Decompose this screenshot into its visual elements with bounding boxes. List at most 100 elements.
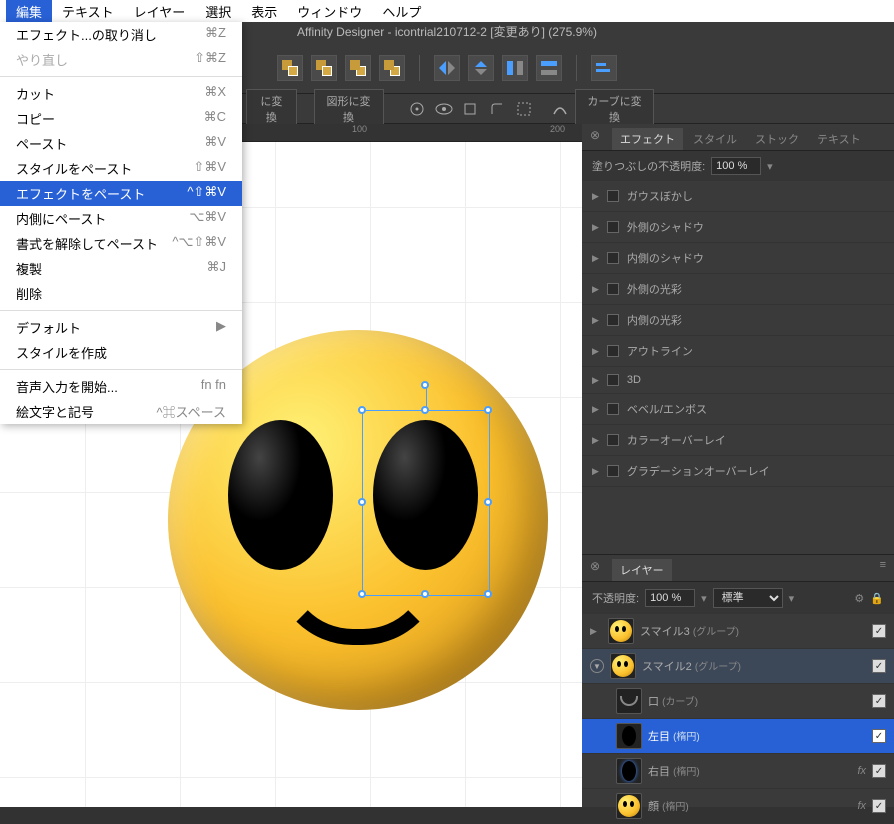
menu-copy[interactable]: コピー⌘C [0, 106, 242, 131]
expand-icon[interactable]: ▶ [590, 626, 602, 637]
layer-smile3[interactable]: ▶ スマイル3 (グループ) ✓ [582, 614, 894, 649]
eye-icon[interactable] [432, 98, 455, 120]
fx-color-overlay[interactable]: ▶カラーオーバーレイ [582, 425, 894, 456]
visibility-checkbox[interactable]: ✓ [872, 624, 886, 638]
fill-opacity-input[interactable] [711, 157, 761, 175]
handle-nw[interactable] [358, 406, 366, 414]
align-icon[interactable] [591, 55, 617, 81]
fx-inner-glow[interactable]: ▶内側の光彩 [582, 305, 894, 336]
checkbox[interactable] [607, 221, 619, 233]
visibility-checkbox[interactable]: ✓ [872, 659, 886, 673]
handle-s[interactable] [421, 590, 429, 598]
menu-delete[interactable]: 削除 [0, 281, 242, 306]
hamburger-icon[interactable]: ≡ [880, 559, 886, 571]
checkbox[interactable] [607, 314, 619, 326]
checkbox[interactable] [607, 252, 619, 264]
fx-inner-shadow[interactable]: ▶内側のシャドウ [582, 243, 894, 274]
fx-gradient-overlay[interactable]: ▶グラデーションオーバーレイ [582, 456, 894, 487]
fx-outer-glow[interactable]: ▶外側の光彩 [582, 274, 894, 305]
layer-opacity-input[interactable] [645, 589, 695, 607]
chevron-down-icon[interactable]: ▾ [701, 592, 707, 605]
expand-icon[interactable]: ▼ [590, 659, 604, 673]
tab-effects[interactable]: エフェクト [612, 128, 683, 150]
arrange-back-icon[interactable] [277, 55, 303, 81]
menu-voice[interactable]: 音声入力を開始...fn fn [0, 374, 242, 399]
arrange-backward-icon[interactable] [311, 55, 337, 81]
target-icon[interactable] [406, 98, 429, 120]
checkbox[interactable] [607, 403, 619, 415]
arrange-forward-icon[interactable] [345, 55, 371, 81]
menu-cut[interactable]: カット⌘X [0, 81, 242, 106]
checkbox[interactable] [607, 374, 619, 386]
gear-icon[interactable]: ⚙ [854, 592, 864, 605]
fx-3d[interactable]: ▶3D [582, 367, 894, 394]
fx-outline[interactable]: ▶アウトライン [582, 336, 894, 367]
visibility-checkbox[interactable]: ✓ [872, 694, 886, 708]
fx-bevel[interactable]: ▶ベベル/エンボス [582, 394, 894, 425]
fx-outer-shadow[interactable]: ▶外側のシャドウ [582, 212, 894, 243]
tab-text[interactable]: テキスト [809, 128, 869, 150]
convert-to-button[interactable]: に変換 [246, 89, 297, 129]
checkbox[interactable] [607, 190, 619, 202]
menu-window[interactable]: ウィンドウ [287, 0, 372, 23]
crop-icon[interactable] [459, 98, 482, 120]
close-icon[interactable]: ⊗ [590, 128, 600, 142]
convert-shape-button[interactable]: 図形に変換 [314, 89, 384, 129]
tab-stock[interactable]: ストック [747, 128, 807, 150]
close-icon[interactable]: ⊗ [590, 559, 600, 573]
handle-w[interactable] [358, 498, 366, 506]
lock-icon[interactable]: 🔒 [870, 592, 884, 605]
menu-select[interactable]: 選択 [195, 0, 241, 23]
chevron-down-icon[interactable]: ▾ [767, 160, 773, 173]
mirror-h-icon[interactable] [434, 55, 460, 81]
chevron-down-icon[interactable]: ▾ [789, 592, 795, 605]
checkbox[interactable] [607, 465, 619, 477]
visibility-checkbox[interactable]: ✓ [872, 799, 886, 813]
handle-n[interactable] [421, 406, 429, 414]
menu-layer[interactable]: レイヤー [124, 0, 196, 23]
menu-undo[interactable]: エフェクト...の取り消し⌘Z [0, 22, 242, 47]
tab-layers[interactable]: レイヤー [612, 559, 672, 581]
checkbox[interactable] [607, 434, 619, 446]
checkbox[interactable] [607, 345, 619, 357]
menu-emoji[interactable]: 絵文字と記号^⌘スペース [0, 399, 242, 424]
handle-se[interactable] [484, 590, 492, 598]
visibility-checkbox[interactable]: ✓ [872, 764, 886, 778]
bounds-icon[interactable] [512, 98, 535, 120]
menu-text[interactable]: テキスト [52, 0, 124, 23]
ruler-tick: 200 [550, 124, 565, 134]
eye-left-shape[interactable] [228, 420, 333, 570]
flip-v-icon[interactable] [536, 55, 562, 81]
menu-paste-fx[interactable]: エフェクトをペースト^⇧⌘V [0, 181, 242, 206]
layer-left-eye[interactable]: 左目 (楕円) ✓ [582, 719, 894, 754]
handle-sw[interactable] [358, 590, 366, 598]
menu-create-style[interactable]: スタイルを作成 [0, 340, 242, 365]
visibility-checkbox[interactable]: ✓ [872, 729, 886, 743]
mirror-v-icon[interactable] [468, 55, 494, 81]
menu-paste-unformat[interactable]: 書式を解除してペースト^⌥⇧⌘V [0, 231, 242, 256]
layer-smile2[interactable]: ▼ スマイル2 (グループ) ✓ [582, 649, 894, 684]
tab-styles[interactable]: スタイル [685, 128, 745, 150]
convert-curve-button[interactable]: カーブに変換 [575, 89, 654, 129]
layer-mouth[interactable]: 口 (カーブ) ✓ [582, 684, 894, 719]
menu-duplicate[interactable]: 複製⌘J [0, 256, 242, 281]
arrange-front-icon[interactable] [379, 55, 405, 81]
menu-edit[interactable]: 編集 [6, 0, 52, 23]
handle-e[interactable] [484, 498, 492, 506]
selection-box[interactable] [362, 410, 490, 596]
curve-icon[interactable] [548, 98, 571, 120]
checkbox[interactable] [607, 283, 619, 295]
blend-mode-select[interactable]: 標準 [713, 588, 783, 608]
menu-paste[interactable]: ペースト⌘V [0, 131, 242, 156]
corner-icon[interactable] [486, 98, 509, 120]
menu-default[interactable]: デフォルト▶ [0, 315, 242, 340]
menu-paste-style[interactable]: スタイルをペースト⇧⌘V [0, 156, 242, 181]
layer-right-eye[interactable]: 右目 (楕円) fx ✓ [582, 754, 894, 789]
rotate-handle[interactable] [421, 381, 429, 389]
menu-view[interactable]: 表示 [241, 0, 287, 23]
menu-paste-inside[interactable]: 内側にペースト⌥⌘V [0, 206, 242, 231]
fx-gaussian-blur[interactable]: ▶ガウスぼかし [582, 181, 894, 212]
menu-help[interactable]: ヘルプ [372, 0, 431, 23]
handle-ne[interactable] [484, 406, 492, 414]
flip-h-icon[interactable] [502, 55, 528, 81]
